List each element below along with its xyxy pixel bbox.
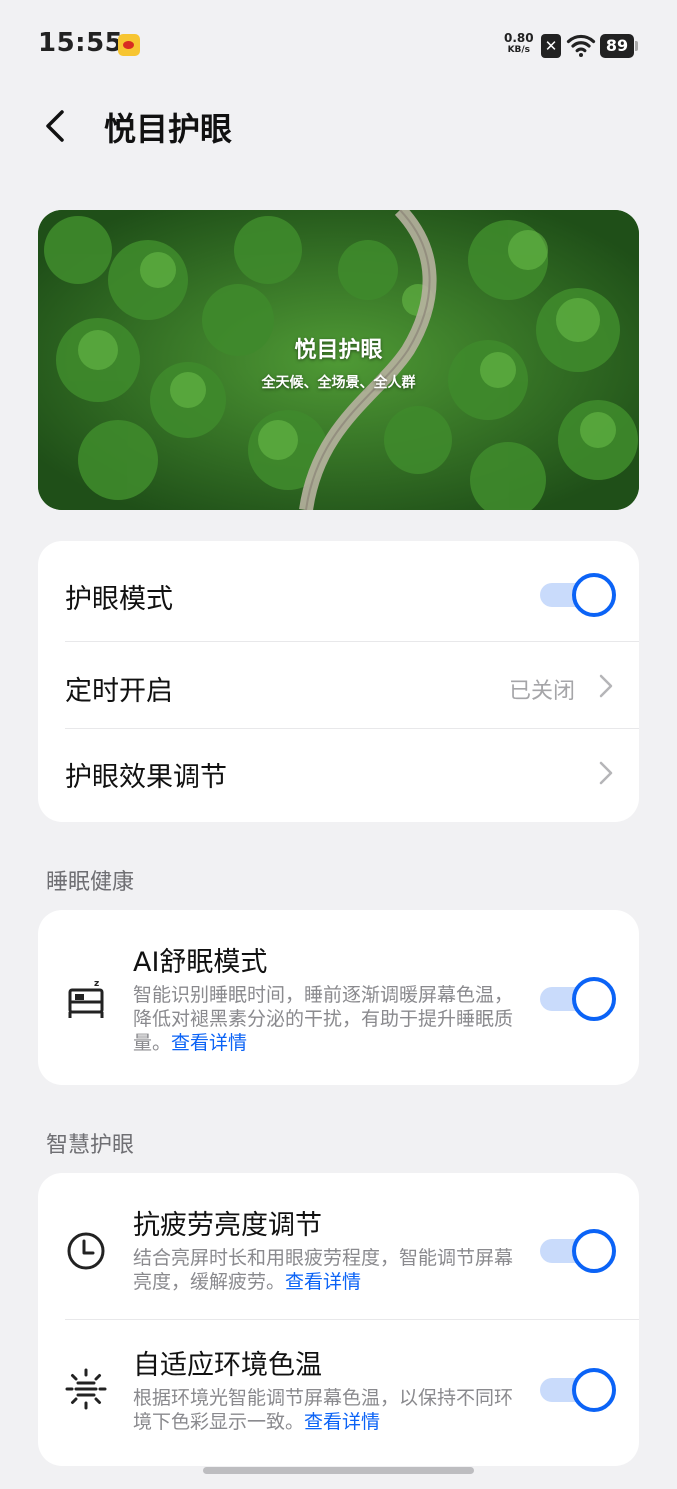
hero-subtitle: 全天候、全场景、全人群 bbox=[261, 375, 416, 391]
adaptive-color-temp-toggle[interactable] bbox=[540, 1368, 616, 1412]
svg-text:z: z bbox=[94, 979, 99, 989]
adaptive-color-temp-details-link[interactable]: 查看详情 bbox=[304, 1411, 380, 1433]
anti-fatigue-brightness-description: 结合亮屏时长和用眼疲劳程度，智能调节屏幕亮度，缓解疲劳。查看详情 bbox=[133, 1246, 513, 1294]
anti-fatigue-brightness-toggle[interactable] bbox=[540, 1229, 616, 1273]
network-speed: 0.80 KB/s bbox=[504, 32, 534, 56]
smart-eye-card: 抗疲劳亮度调节 结合亮屏时长和用眼疲劳程度，智能调节屏幕亮度，缓解疲劳。查看详情… bbox=[38, 1173, 639, 1466]
page-title: 悦目护眼 bbox=[104, 110, 233, 148]
anti-fatigue-brightness-title: 抗疲劳亮度调节 bbox=[133, 1210, 322, 1241]
eye-effect-adjust-label: 护眼效果调节 bbox=[65, 762, 227, 793]
status-time: 15:55 bbox=[38, 28, 124, 58]
sun-icon bbox=[65, 1368, 107, 1410]
adaptive-color-temp-description: 根据环境光智能调节屏幕色温，以保持不同环境下色彩显示一致。查看详情 bbox=[133, 1386, 513, 1434]
clock-icon bbox=[67, 1232, 105, 1270]
schedule-label: 定时开启 bbox=[65, 676, 173, 707]
chevron-right-icon bbox=[599, 761, 613, 785]
eye-mode-toggle[interactable] bbox=[540, 573, 616, 617]
schedule-status: 已关闭 bbox=[508, 679, 575, 704]
section-label-sleep: 睡眠健康 bbox=[46, 870, 135, 895]
wifi-icon bbox=[566, 34, 596, 57]
no-sim-icon: ✕ bbox=[541, 34, 561, 58]
battery-level: 89 bbox=[600, 34, 634, 58]
weibo-notification-icon bbox=[118, 34, 140, 56]
bed-icon: z bbox=[68, 979, 104, 1018]
ai-sleep-mode-title: AI舒眠模式 bbox=[133, 947, 268, 978]
eye-mode-label: 护眼模式 bbox=[65, 584, 173, 615]
ai-sleep-mode-details-link[interactable]: 查看详情 bbox=[171, 1032, 247, 1054]
ai-sleep-mode-toggle[interactable] bbox=[540, 977, 616, 1021]
back-arrow-icon[interactable] bbox=[40, 108, 72, 144]
schedule-row[interactable]: 定时开启 已关闭 bbox=[38, 642, 639, 729]
eye-mode-row[interactable]: 护眼模式 bbox=[38, 541, 639, 641]
network-speed-unit: KB/s bbox=[507, 45, 531, 55]
home-indicator[interactable] bbox=[203, 1467, 474, 1474]
chevron-right-icon bbox=[599, 674, 613, 698]
status-bar: 15:55 0.80 KB/s ✕ 89 bbox=[0, 0, 677, 92]
ai-sleep-mode-description: 智能识别睡眠时间，睡前逐渐调暖屏幕色温，降低对褪黑素分泌的干扰，有助于提升睡眠质… bbox=[133, 983, 513, 1055]
eye-protection-settings-card: 护眼模式 定时开启 已关闭 护眼效果调节 bbox=[38, 541, 639, 822]
network-speed-value: 0.80 bbox=[504, 31, 534, 45]
divider bbox=[65, 1319, 639, 1320]
sleep-card: z AI舒眠模式 智能识别睡眠时间，睡前逐渐调暖屏幕色温，降低对褪黑素分泌的干扰… bbox=[38, 910, 639, 1085]
battery-icon: 89 bbox=[600, 34, 638, 58]
section-label-smart: 智慧护眼 bbox=[46, 1133, 135, 1158]
hero-title: 悦目护眼 bbox=[294, 338, 383, 363]
anti-fatigue-details-link[interactable]: 查看详情 bbox=[285, 1271, 361, 1293]
adaptive-color-temp-title: 自适应环境色温 bbox=[133, 1350, 322, 1381]
eye-effect-adjust-row[interactable]: 护眼效果调节 bbox=[38, 729, 639, 822]
